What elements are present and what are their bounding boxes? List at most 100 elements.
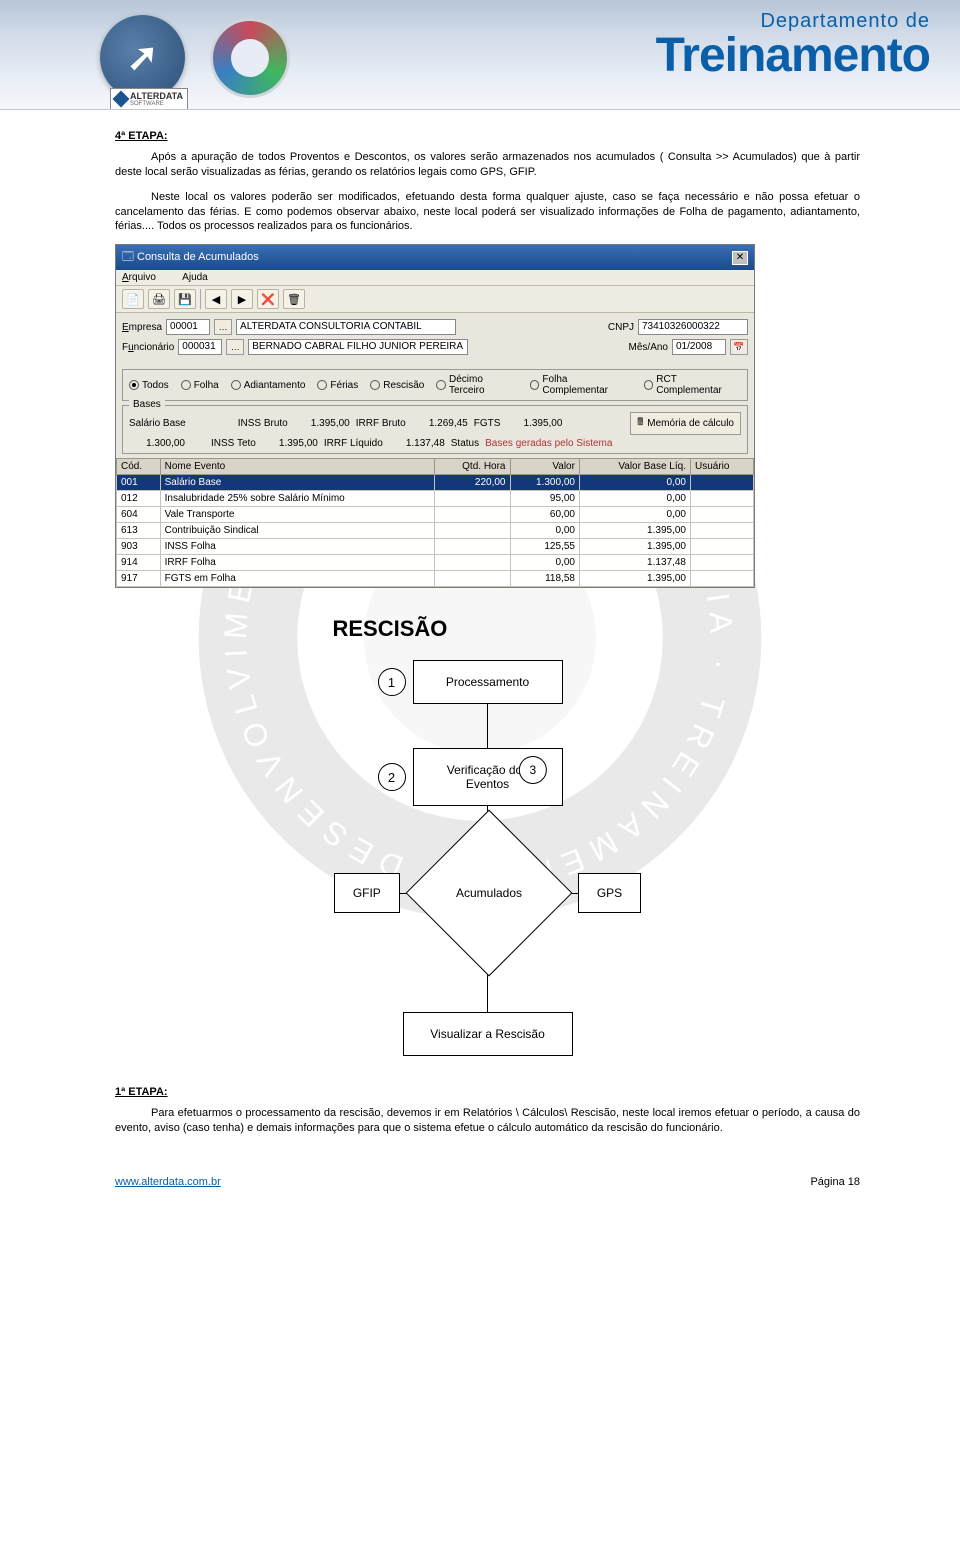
alterdata-logo: ALTERDATA SOFTWARE <box>110 88 188 110</box>
banner-title: Treinamento <box>656 33 930 79</box>
menu-ajuda[interactable]: Ajuda <box>182 272 208 283</box>
inss-bruto-label: INSS Bruto <box>238 418 288 429</box>
flow-num-3: 3 <box>519 756 547 784</box>
toolbar-button-4[interactable]: ◀ <box>205 289 227 309</box>
empresa-lookup-button[interactable]: … <box>214 319 232 335</box>
func-nome-input[interactable]: BERNADO CABRAL FILHO JUNIOR PEREIRA <box>248 339 468 355</box>
logo-subtext: SOFTWARE <box>130 101 183 107</box>
cnpj-label: CNPJ <box>608 322 634 333</box>
window-title: Consulta de Acumulados <box>137 251 259 263</box>
heading-etapa1: 1ª ETAPA: <box>115 1086 860 1098</box>
paragraph-3: Para efetuarmos o processamento da resci… <box>115 1106 860 1136</box>
inss-teto-label: INSS Teto <box>211 438 256 449</box>
flow-label-2: Verificação dosEventos <box>447 763 528 791</box>
flow-box-processamento: 1 Processamento <box>413 660 563 704</box>
mesago-input[interactable]: 01/2008 <box>672 339 726 355</box>
mesago-label: Mês/Ano <box>629 342 668 353</box>
menubar: Arquivo Ajuda <box>116 270 754 286</box>
col-header[interactable]: Valor <box>510 459 579 475</box>
footer-url[interactable]: www.alterdata.com.br <box>115 1176 221 1188</box>
flow-box-gps: GPS <box>578 873 641 913</box>
radio-folha[interactable]: Folha <box>181 374 219 396</box>
close-button[interactable]: ✕ <box>732 251 748 265</box>
flow-box-gfip: GFIP <box>334 873 400 913</box>
flow-num-2: 2 <box>378 763 406 791</box>
empresa-nome-input[interactable]: ALTERDATA CONSULTORIA CONTABIL <box>236 319 456 335</box>
irrf-bruto-input[interactable]: 1.269,45 <box>412 418 468 429</box>
radio-icon <box>181 380 191 390</box>
app-window: 🗔 Consulta de Acumulados ✕ Arquivo Ajuda… <box>115 244 755 588</box>
fgts-input[interactable]: 1.395,00 <box>506 418 562 429</box>
radio-icon <box>231 380 241 390</box>
cnpj-input[interactable]: 73410326000322 <box>638 319 748 335</box>
radio-icon <box>129 380 139 390</box>
events-table: Cód.Nome EventoQtd. HoraValorValor Base … <box>116 458 754 587</box>
table-row[interactable]: 613Contribuição Sindical0,001.395,00 <box>117 523 754 539</box>
table-row[interactable]: 917FGTS em Folha118,581.395,00 <box>117 571 754 587</box>
radio-todos[interactable]: Todos <box>129 374 169 396</box>
inss-bruto-input[interactable]: 1.395,00 <box>294 418 350 429</box>
flow-title: RESCISÃO <box>333 616 703 642</box>
func-cod-input[interactable]: 000031 <box>178 339 222 355</box>
radio-icon <box>644 380 654 390</box>
radio-rctcomplementar[interactable]: RCT Complementar <box>644 374 741 396</box>
toolbar-button-5[interactable]: ▶ <box>231 289 253 309</box>
salario-base-label: Salário Base <box>129 418 186 429</box>
radio-icon <box>370 380 380 390</box>
status-value: Bases geradas pelo Sistema <box>485 438 612 449</box>
radio-icon <box>436 380 446 390</box>
flow-label-3: Acumulados <box>456 886 522 900</box>
col-header[interactable]: Nome Evento <box>160 459 434 475</box>
flow-label-1: Processamento <box>446 675 529 689</box>
mesago-picker-button[interactable]: 📅 <box>730 339 748 355</box>
logo-text: ALTERDATA <box>130 91 183 101</box>
radio-decimoterceiro[interactable]: Décimo Terceiro <box>436 374 517 396</box>
logo-cube-icon <box>113 91 130 108</box>
col-header[interactable]: Qtd. Hora <box>434 459 510 475</box>
radio-rescisao[interactable]: Rescisão <box>370 374 424 396</box>
radio-ferias[interactable]: Férias <box>317 374 358 396</box>
empresa-label: Empresa <box>122 322 162 333</box>
irrf-liq-label: IRRF Líquido <box>324 438 383 449</box>
col-header[interactable]: Valor Base Líq. <box>579 459 690 475</box>
paragraph-2: Neste local os valores poderão ser modif… <box>115 190 860 235</box>
irrf-bruto-label: IRRF Bruto <box>356 418 406 429</box>
table-row[interactable]: 914IRRF Folha0,001.137,48 <box>117 555 754 571</box>
header-banner: ➚ Departamento de Treinamento ALTERDATA … <box>0 0 960 110</box>
toolbar-button-6[interactable]: ❌ <box>257 289 279 309</box>
radio-icon <box>530 380 540 390</box>
flow-label-4: Visualizar a Rescisão <box>430 1027 545 1041</box>
memoria-calculo-button[interactable]: 🖩Memória de cálculo <box>630 412 741 435</box>
arrow-icon: ➚ <box>127 35 159 80</box>
radio-folhacomplementar[interactable]: Folha Complementar <box>530 374 632 396</box>
inss-teto-input[interactable]: 1.395,00 <box>262 438 318 449</box>
toolbar-button-2[interactable]: 💾 <box>174 289 196 309</box>
table-row[interactable]: 604Vale Transporte60,000,00 <box>117 507 754 523</box>
toolbar-button-1[interactable]: 🖨 <box>148 289 170 309</box>
filter-radios: Todos Folha Adiantamento Férias Rescisão Déci… <box>122 369 748 401</box>
salario-base-input[interactable]: 1.300,00 <box>129 438 185 449</box>
status-label: Status <box>451 438 479 449</box>
toolbar-button-7[interactable]: 🗑 <box>283 289 305 309</box>
func-lookup-button[interactable]: … <box>226 339 244 355</box>
flow-box-visualizar: Visualizar a Rescisão <box>403 1012 573 1056</box>
irrf-liq-input[interactable]: 1.137,48 <box>389 438 445 449</box>
menu-arquivo[interactable]: Arquivo <box>122 272 168 283</box>
flow-diamond-acumulados: 3 Acumulados <box>405 810 572 977</box>
table-row[interactable]: 012Insalubridade 25% sobre Salário Mínim… <box>117 491 754 507</box>
flowchart: RESCISÃO 1 Processamento 2 Verificação d… <box>273 616 703 1056</box>
flow-num-1: 1 <box>378 668 406 696</box>
flow-connector <box>487 704 488 748</box>
fgts-label: FGTS <box>474 418 501 429</box>
table-row[interactable]: 001Salário Base220,001.300,000,00 <box>117 475 754 491</box>
window-icon: 🗔 <box>122 251 134 263</box>
funcionario-label: Funcionário <box>122 342 174 353</box>
empresa-cod-input[interactable]: 00001 <box>166 319 210 335</box>
table-row[interactable]: 903INSS Folha125,551.395,00 <box>117 539 754 555</box>
banner-color-ring <box>210 18 290 98</box>
toolbar: 📄🖨💾 ◀▶❌🗑 <box>116 286 754 313</box>
col-header[interactable]: Cód. <box>117 459 161 475</box>
col-header[interactable]: Usuário <box>690 459 753 475</box>
radio-adiantamento[interactable]: Adiantamento <box>231 374 306 396</box>
toolbar-button-0[interactable]: 📄 <box>122 289 144 309</box>
